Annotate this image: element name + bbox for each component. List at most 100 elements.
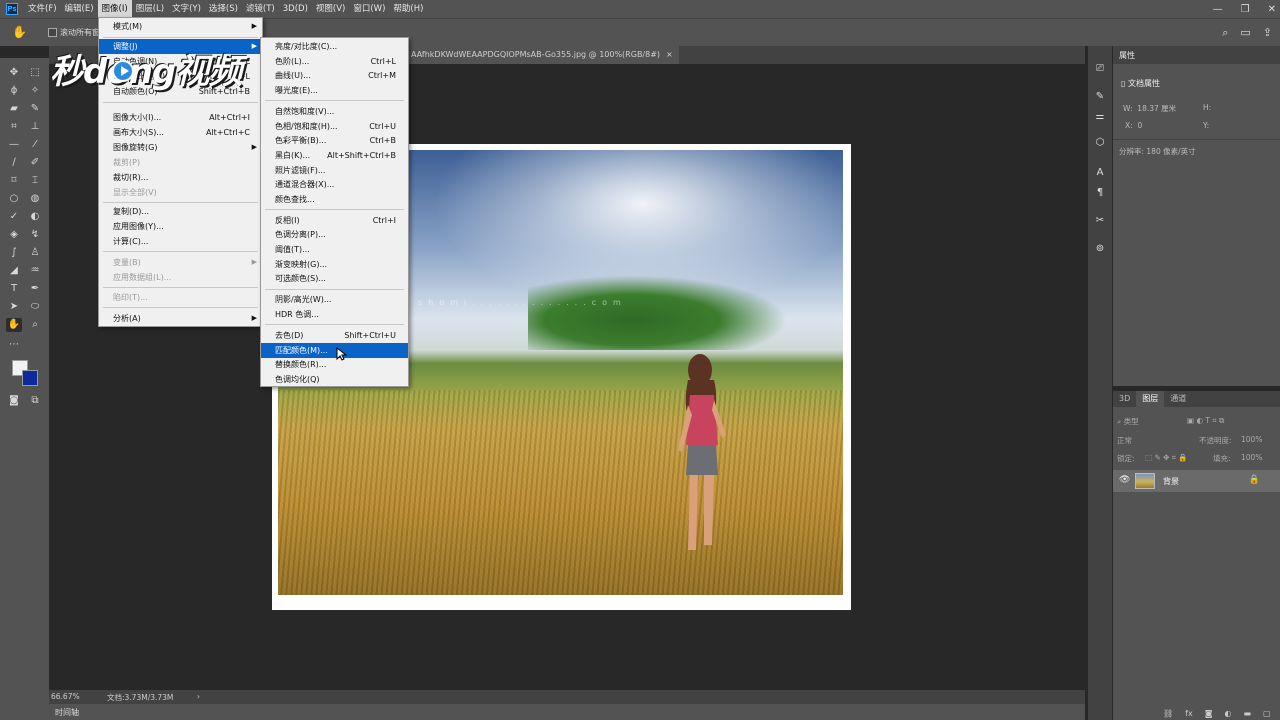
menu-item-calculations[interactable]: 计算(C)... [99, 234, 262, 249]
more-tools-icon[interactable]: ⋯ [6, 338, 22, 352]
menu-item-invert[interactable]: 反相(I) Ctrl+I [261, 213, 408, 228]
menu-item-channel-mixer[interactable]: 通道混合器(X)... [261, 177, 408, 192]
history-panel-icon[interactable]: ⎚ [1093, 62, 1107, 76]
menu-item-shadows-highlights[interactable]: 阴影/高光(W)... [261, 292, 408, 307]
menu-item-image-rotation[interactable]: 图像旋转(G) ▶ [99, 140, 262, 155]
tab-3d[interactable]: 3D [1113, 391, 1136, 407]
history-brush-tool-icon[interactable]: ✎ [27, 102, 43, 116]
menu-item-apply-image[interactable]: 应用图像(Y)... [99, 219, 262, 234]
mask-icon[interactable]: ◙ [1205, 709, 1213, 718]
close-icon[interactable]: ✕ [1268, 4, 1276, 15]
adjustments-panel-icon[interactable]: ⚌ [1093, 110, 1107, 124]
menu-3d[interactable]: 3D(D) [279, 0, 312, 18]
restore-icon[interactable]: ❐ [1241, 4, 1250, 15]
paragraph-panel-icon[interactable]: ¶ [1093, 186, 1107, 200]
path-selection-tool-icon[interactable]: ➤ [6, 300, 22, 314]
menu-layer[interactable]: 图层(L) [132, 0, 168, 18]
menu-item-black-white[interactable]: 黑白(K)... Alt+Shift+Ctrl+B [261, 148, 408, 163]
character-panel-icon[interactable]: A [1093, 166, 1107, 180]
magic-wand-tool-icon[interactable]: ✧ [27, 84, 43, 98]
layer-row-background[interactable]: 👁 背景 🔒 [1113, 470, 1280, 492]
menu-item-gradient-map[interactable]: 渐变映射(G)... [261, 257, 408, 272]
menu-item-threshold[interactable]: 阈值(T)... [261, 242, 408, 257]
eyedropper-tool-icon[interactable]: ⁄ [27, 138, 43, 152]
screen-mode-icon[interactable]: ⧉ [27, 394, 43, 408]
clone-stamp-tool-icon[interactable]: ♙ [27, 246, 43, 260]
menu-item-exposure[interactable]: 曝光度(E)... [261, 83, 408, 98]
menu-edit[interactable]: 编辑(E) [61, 0, 98, 18]
menu-item-vibrance[interactable]: 自然饱和度(V)... [261, 104, 408, 119]
menu-item-curves[interactable]: 曲线(U)... Ctrl+M [261, 68, 408, 83]
properties-tab[interactable]: 属性 [1113, 46, 1280, 64]
menu-item-color-lookup[interactable]: 颜色查找... [261, 192, 408, 207]
menu-item-desaturate[interactable]: 去色(D) Shift+Ctrl+U [261, 328, 408, 343]
menu-item-analysis[interactable]: 分析(A) ▶ [99, 311, 262, 326]
sphere-tool-icon[interactable]: ◍ [27, 192, 43, 206]
menu-item-posterize[interactable]: 色调分离(P)... [261, 227, 408, 242]
crop-alt-tool-icon[interactable]: ⌶ [27, 174, 43, 188]
menu-item-color-balance[interactable]: 色彩平衡(B)... Ctrl+B [261, 133, 408, 148]
menu-item-replace-color[interactable]: 替换颜色(R)... [261, 357, 408, 372]
menu-view[interactable]: 视图(V) [312, 0, 349, 18]
background-color-swatch[interactable] [22, 370, 38, 386]
menu-item-selective-color[interactable]: 可选颜色(S)... [261, 271, 408, 286]
menu-item-match-color[interactable]: 匹配颜色(M)... [261, 343, 408, 358]
lock-icons[interactable]: ⬚ ✎ ✥ ⌗ 🔒 [1145, 453, 1188, 463]
menu-item-photo-filter[interactable]: 照片滤镜(F)... [261, 163, 408, 178]
menu-item-hdr-toning[interactable]: HDR 色调... [261, 307, 408, 322]
minimize-icon[interactable]: — [1213, 4, 1223, 15]
blend-mode-select[interactable]: 正常 [1117, 436, 1132, 445]
menu-select[interactable]: 选择(S) [205, 0, 242, 18]
healing-tool-icon[interactable]: ✓ [6, 210, 22, 224]
zoom-tool-icon[interactable]: ⌕ [27, 318, 43, 332]
menu-file[interactable]: 文件(F) [24, 0, 61, 18]
ellipse-tool-icon[interactable]: ○ [6, 192, 22, 206]
menu-image[interactable]: 图像(I) [97, 0, 132, 18]
tab-layers[interactable]: 图层 [1136, 391, 1165, 407]
lasso-tool-icon[interactable]: ϕ [6, 84, 22, 98]
workspace-icon[interactable]: ▭ [1240, 26, 1250, 40]
pen-tool-icon[interactable]: ✒ [27, 282, 43, 296]
close-tab-icon[interactable]: × [666, 50, 673, 59]
tab-channels[interactable]: 通道 [1164, 391, 1192, 407]
menu-filter[interactable]: 滤镜(T) [242, 0, 279, 18]
type-tool-icon[interactable]: T [6, 282, 22, 296]
fx-icon[interactable]: fx [1185, 709, 1193, 718]
quick-mask-icon[interactable]: ◙ [6, 394, 22, 408]
photoshop-logo-icon[interactable]: Ps [6, 3, 18, 15]
menu-item-canvas-size[interactable]: 画布大小(S)... Alt+Ctrl+C [99, 125, 262, 140]
timeline-panel[interactable]: 时间轴 [49, 704, 1085, 720]
menu-item-image-size[interactable]: 图像大小(I)... Alt+Ctrl+I [99, 110, 262, 125]
search-icon[interactable]: ⌕ [1222, 26, 1228, 40]
menu-item-duplicate[interactable]: 复制(D)... [99, 204, 262, 219]
eraser-alt-tool-icon[interactable]: ◢ [6, 264, 22, 278]
brush-tool-icon[interactable]: ∕ [6, 156, 22, 170]
share-icon[interactable]: ⇪ [1263, 26, 1272, 40]
stamp-tool-icon[interactable]: ⊥ [27, 120, 43, 134]
crop-tool-icon[interactable]: ⌗ [6, 120, 22, 134]
menu-help[interactable]: 帮助(H) [389, 0, 427, 18]
document-tab[interactable]: AAfhkDKWdWEAAPDGQIOPMsAB-Go355.jpg @ 100… [405, 46, 679, 64]
menu-window[interactable]: 窗口(W) [349, 0, 389, 18]
patch-tool-icon[interactable]: ↯ [27, 228, 43, 242]
libraries-panel-icon[interactable]: ⊚ [1093, 242, 1107, 256]
opacity-input[interactable]: 100% [1241, 435, 1262, 444]
tools-preset-icon[interactable]: ✂ [1093, 214, 1107, 228]
width-value[interactable]: 18.37 厘米 [1137, 104, 1176, 113]
menu-type[interactable]: 文字(Y) [168, 0, 205, 18]
scroll-all-windows-checkbox[interactable] [48, 28, 57, 37]
brush-panel-icon[interactable]: ✎ [1093, 90, 1107, 104]
paint-bucket-tool-icon[interactable]: ◈ [6, 228, 22, 242]
hand-tool-icon[interactable]: ✋ [6, 318, 22, 332]
filter-icons[interactable]: ▣ ◐ T ⌗ ⧉ [1187, 416, 1224, 426]
move-tool-icon[interactable]: ✥ [6, 66, 22, 80]
dodge-tool-icon[interactable]: ♒ [27, 264, 43, 278]
status-menu-arrow[interactable]: › [197, 692, 200, 701]
pencil-tool-icon[interactable]: ✐ [27, 156, 43, 170]
zoom-level[interactable]: 66.67% [51, 692, 80, 701]
link-icon[interactable]: ⛓ [1163, 709, 1173, 718]
smudge-tool-icon[interactable]: ∫ [6, 246, 22, 260]
fill-input[interactable]: 100% [1241, 453, 1262, 462]
frame-tool-icon[interactable]: ⌑ [6, 174, 22, 188]
shape-tool-icon[interactable]: ⬭ [27, 300, 43, 314]
